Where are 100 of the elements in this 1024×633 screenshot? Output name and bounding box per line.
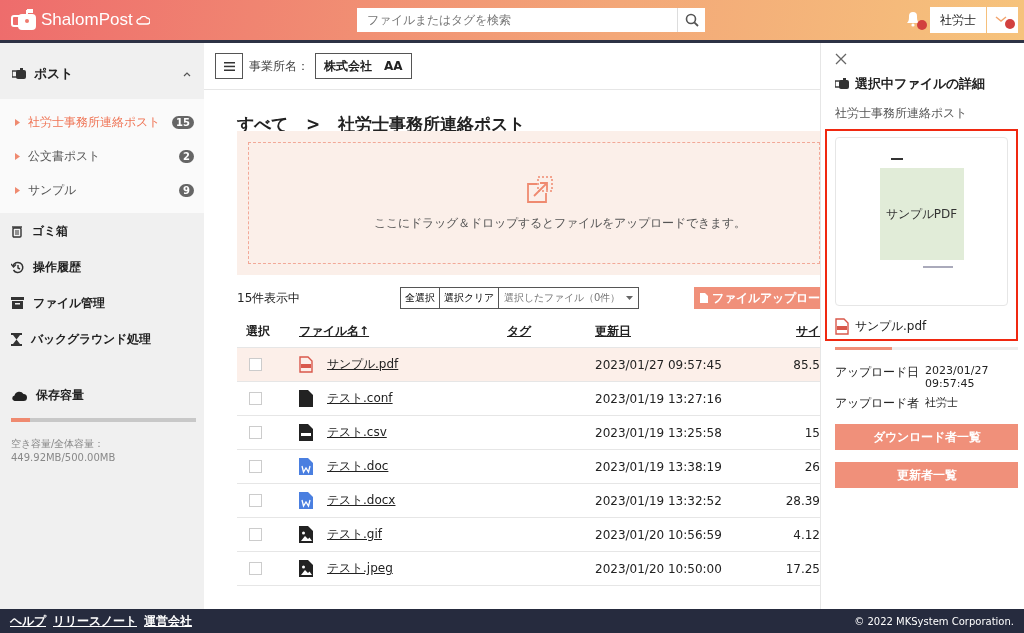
nav-item[interactable]: バックグラウンド処理 bbox=[0, 321, 204, 357]
file-row[interactable]: サンプル.pdf 2023/01/27 09:57:45 85.5 bbox=[237, 348, 820, 382]
size-cell: 15 bbox=[804, 425, 820, 440]
size-cell: 28.39 bbox=[785, 493, 820, 508]
size-cell: 85.5 bbox=[793, 357, 820, 372]
office-label: 事業所名： bbox=[249, 57, 309, 75]
file-name-link[interactable]: テスト.conf bbox=[327, 390, 393, 407]
file-name-link[interactable]: テスト.docx bbox=[327, 492, 396, 509]
user-name[interactable]: 社労士 bbox=[930, 7, 986, 33]
post-item[interactable]: 公文書ポスト 2 bbox=[0, 139, 204, 173]
file-count: 15件表示中 bbox=[237, 289, 302, 307]
mailbox-logo-icon bbox=[10, 8, 38, 32]
meta-value: 社労士 bbox=[925, 395, 959, 410]
word-file-icon bbox=[299, 458, 313, 475]
office-name-field[interactable]: 株式会社 AA bbox=[315, 53, 412, 79]
storage-caption: 空き容量/全体容量：449.92MB/500.00MB bbox=[11, 437, 117, 465]
file-name-link[interactable]: テスト.doc bbox=[327, 458, 389, 475]
file-icon bbox=[299, 390, 313, 407]
user-menu-button[interactable] bbox=[987, 7, 1018, 33]
column-header[interactable]: タグ bbox=[507, 322, 531, 340]
drop-zone-text: ここにドラッグ＆ドロップするとファイルをアップロードできます。 bbox=[373, 214, 746, 232]
file-icon bbox=[700, 293, 708, 303]
column-header: 選択 bbox=[245, 322, 270, 340]
pdf-file-icon bbox=[299, 356, 313, 373]
copyright-text: © 2022 MKSystem Corporation. bbox=[854, 615, 1014, 627]
checkbox[interactable] bbox=[249, 392, 262, 405]
caret-icon bbox=[15, 152, 20, 160]
upload-arrow-icon bbox=[524, 174, 555, 205]
panel-title: 選択中ファイルの詳細 bbox=[855, 75, 985, 93]
folder-name: 社労士事務所連絡ポスト bbox=[835, 105, 968, 122]
date-cell-text: 2023/01/27 09:57:45 bbox=[595, 357, 723, 372]
checkbox[interactable] bbox=[249, 528, 262, 541]
caret-icon bbox=[15, 118, 20, 126]
file-row[interactable]: テスト.docx 2023/01/19 13:32:52 28.39 bbox=[237, 484, 820, 518]
checkbox[interactable] bbox=[249, 494, 262, 507]
date-cell-text: 2023/01/20 10:50:00 bbox=[595, 561, 723, 576]
file-row[interactable]: テスト.jpeg 2023/01/20 10:50:00 17.25 bbox=[237, 552, 820, 586]
file-name-link[interactable]: サンプル.pdf bbox=[327, 356, 399, 373]
file-name-link[interactable]: テスト.jpeg bbox=[327, 560, 393, 577]
menu-icon bbox=[223, 61, 235, 71]
count-badge: 15 bbox=[172, 115, 194, 129]
file-row[interactable]: テスト.doc 2023/01/19 13:38:19 26 bbox=[237, 450, 820, 484]
checkbox[interactable] bbox=[249, 460, 262, 473]
selected-file-name: サンプル.pdf bbox=[855, 318, 927, 335]
date-cell-text: 2023/01/20 10:56:59 bbox=[595, 527, 723, 542]
post-section-header[interactable]: ポスト bbox=[0, 49, 204, 99]
checkbox[interactable] bbox=[249, 426, 262, 439]
file-row[interactable]: テスト.conf 2023/01/19 13:27:16 bbox=[237, 382, 820, 416]
size-cell: 17.25 bbox=[785, 561, 820, 576]
size-cell: 26 bbox=[804, 459, 820, 474]
post-item[interactable]: 社労士事務所連絡ポスト 15 bbox=[0, 105, 204, 139]
checkbox[interactable] bbox=[249, 358, 262, 371]
file-name-link[interactable]: テスト.csv bbox=[327, 424, 387, 441]
menu-button[interactable] bbox=[215, 53, 243, 79]
breadcrumb-separator: > bbox=[306, 114, 321, 134]
count-badge: 2 bbox=[179, 149, 194, 163]
image-file-icon bbox=[299, 526, 313, 543]
document-header-mark bbox=[890, 158, 903, 160]
mailbox-icon bbox=[835, 78, 849, 90]
csv-file-icon bbox=[299, 424, 313, 441]
nav-item[interactable]: ゴミ箱 bbox=[0, 213, 204, 249]
footer-link[interactable]: リリースノート bbox=[53, 612, 137, 630]
footer-link[interactable]: 運営会社 bbox=[144, 612, 192, 630]
column-header[interactable]: 更新日 bbox=[595, 322, 631, 340]
meta-label: アップロード日 bbox=[835, 364, 919, 381]
nav-item[interactable]: ファイル管理 bbox=[0, 285, 204, 321]
preview-text: サンプルPDF bbox=[885, 205, 958, 223]
cloud-icon bbox=[11, 390, 27, 401]
search-icon bbox=[684, 13, 699, 27]
checkbox[interactable] bbox=[249, 562, 262, 575]
search-field[interactable]: ファイルまたはタグを検索 bbox=[357, 8, 677, 32]
count-badge: 9 bbox=[179, 183, 194, 197]
word-file-icon bbox=[299, 492, 313, 509]
bell-icon[interactable] bbox=[904, 9, 928, 31]
hourglass-icon bbox=[11, 332, 22, 346]
file-row[interactable]: テスト.gif 2023/01/20 10:56:59 4.12 bbox=[237, 518, 820, 552]
history-icon bbox=[11, 260, 24, 274]
meta-label: アップロード者 bbox=[835, 395, 919, 412]
footer-link[interactable]: ヘルプ bbox=[10, 612, 46, 630]
trash-icon bbox=[11, 224, 23, 238]
document-footer-mark bbox=[922, 266, 953, 268]
post-item[interactable]: サンプル 9 bbox=[0, 173, 204, 207]
search-button[interactable] bbox=[677, 8, 705, 32]
logo-text: ShalomPost bbox=[41, 10, 133, 30]
file-name-link[interactable]: テスト.gif bbox=[327, 526, 382, 543]
file-row[interactable]: テスト.csv 2023/01/19 13:25:58 15 bbox=[237, 416, 820, 450]
archive-icon bbox=[11, 297, 24, 309]
date-cell-text: 2023/01/19 13:25:58 bbox=[595, 425, 723, 440]
mailbox-icon bbox=[12, 68, 26, 80]
meta-value: 2023/01/27 09:57:45 bbox=[925, 364, 990, 390]
size-cell: 4.12 bbox=[793, 527, 820, 542]
pdf-file-icon bbox=[835, 318, 849, 335]
image-file-icon bbox=[299, 560, 313, 577]
cloud-icon bbox=[135, 15, 150, 25]
column-header[interactable]: ファイル名↑ bbox=[299, 322, 370, 340]
caret-icon bbox=[15, 186, 20, 194]
nav-item[interactable]: 操作履歴 bbox=[0, 249, 204, 285]
date-cell-text: 2023/01/19 13:32:52 bbox=[595, 493, 723, 508]
close-icon[interactable] bbox=[835, 53, 847, 65]
column-header[interactable]: サイ bbox=[796, 322, 820, 340]
